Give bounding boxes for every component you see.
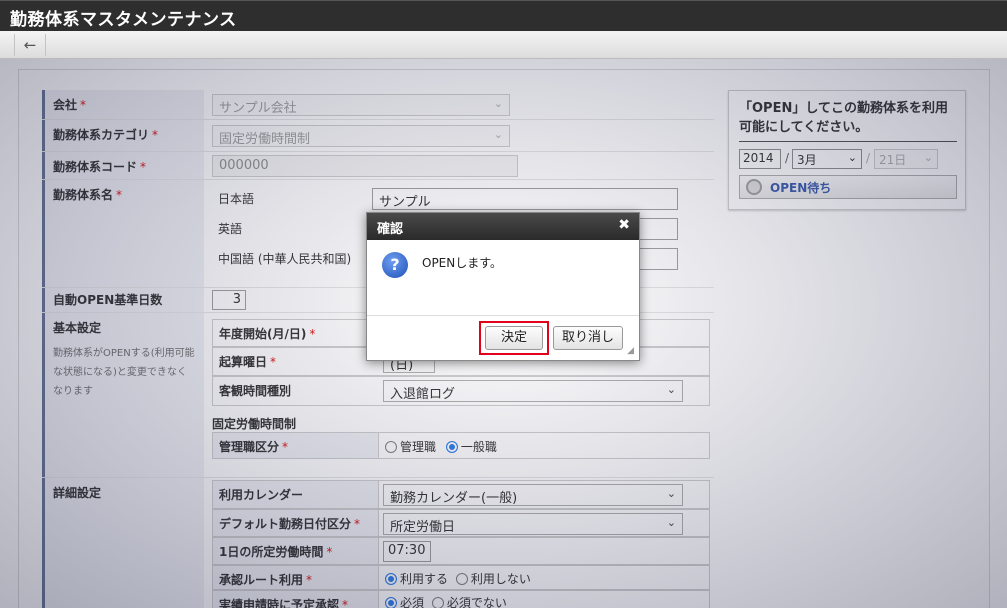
code-row: 勤務体系コード * 000000 [42, 152, 714, 180]
detail-settings-row: 詳細設定 利用カレンダー 勤務カレンダー(一般) ⌄ デフォルト勤務日付区分 * 所… [42, 478, 714, 608]
route-radios: 利用する 利用しない [385, 570, 531, 587]
back-button[interactable]: ← [14, 34, 46, 56]
ok-button[interactable]: 決定 [485, 326, 543, 350]
chevron-down-icon: ⌄ [923, 151, 933, 164]
code-label: 勤務体系コード * [42, 152, 204, 179]
fixed-section-heading: 固定労働時間制 [212, 417, 297, 431]
default-date-select[interactable]: 所定労働日 ⌄ [383, 513, 683, 535]
open-wait-button[interactable]: OPEN待ち [739, 175, 957, 199]
basic-settings-label: 基本設定 勤務体系がOPENする(利用可能な状態になる)と変更できなくなります [42, 313, 204, 477]
power-icon [746, 179, 762, 195]
code-input[interactable]: 000000 [212, 155, 518, 177]
chevron-down-icon: ⌄ [666, 516, 676, 529]
radio-general[interactable] [445, 441, 458, 453]
pre-approval-row: 実績申請時に予定承認 * 必須 必須でない [212, 590, 710, 608]
company-label: 会社 * [42, 90, 204, 119]
confirm-dialog: 確認 ✖ ? OPENします。 決定 取り消し ◢ [366, 212, 640, 361]
category-select[interactable]: 固定労働時間制 ⌄ [212, 125, 510, 147]
company-row: 会社 * サンプル会社 ⌄ [42, 90, 714, 120]
chevron-down-icon: ⌄ [666, 487, 676, 500]
company-select[interactable]: サンプル会社 ⌄ [212, 94, 510, 116]
dialog-header: 確認 ✖ [367, 213, 639, 240]
detail-settings-label: 詳細設定 [42, 478, 204, 608]
route-row: 承認ルート利用 * 利用する 利用しない [212, 565, 710, 590]
chevron-down-icon: ⌄ [847, 151, 857, 164]
open-year-input[interactable]: 2014 [739, 149, 781, 169]
toolbar: ← [0, 31, 1007, 59]
pre-approval-radios: 必須 必須でない [385, 594, 507, 608]
radio-route-nouse[interactable] [455, 573, 468, 585]
open-day-select[interactable]: 21日 ⌄ [874, 149, 938, 169]
lang-ja-label: 日本語 [218, 192, 255, 206]
open-panel-message: 「OPEN」してこの勤務体系を利用可能にしてください。 [739, 99, 957, 142]
lang-en-label: 英語 [218, 222, 243, 236]
auto-open-days-input[interactable]: 3 [212, 290, 246, 310]
chevron-down-icon: ⌄ [493, 128, 503, 141]
observe-type-row: 客観時間種別 入退館ログ ⌄ [212, 376, 710, 406]
default-date-row: デフォルト勤務日付区分 * 所定労働日 ⌄ [212, 509, 710, 537]
arrow-left-icon: ← [23, 36, 37, 54]
open-panel: 「OPEN」してこの勤務体系を利用可能にしてください。 2014 / 3月 ⌄ /… [728, 90, 966, 210]
daily-hours-row: 1日の所定労働時間 * 07:30 [212, 537, 710, 565]
dialog-title: 確認 [377, 222, 404, 237]
name-label: 勤務体系名 * [42, 180, 204, 287]
calendar-select[interactable]: 勤務カレンダー(一般) ⌄ [383, 484, 683, 506]
daily-hours-input[interactable]: 07:30 [383, 541, 431, 562]
question-icon: ? [382, 252, 408, 278]
resize-grip-icon[interactable]: ◢ [627, 346, 634, 356]
open-month-select[interactable]: 3月 ⌄ [792, 149, 862, 169]
calendar-row: 利用カレンダー 勤務カレンダー(一般) ⌄ [212, 480, 710, 509]
radio-required[interactable] [385, 597, 397, 608]
manager-class-row: 管理職区分 * 管理職 一般職 [212, 432, 710, 459]
radio-manager[interactable] [385, 441, 397, 453]
category-label: 勤務体系カテゴリ * [42, 120, 204, 151]
observe-type-select[interactable]: 入退館ログ ⌄ [383, 380, 683, 402]
chevron-down-icon: ⌄ [493, 97, 503, 110]
manager-class-radios: 管理職 一般職 [385, 438, 497, 455]
page-title: 勤務体系マスタメンテナンス [10, 10, 237, 30]
title-bar: 勤務体系マスタメンテナンス [0, 0, 1007, 31]
radio-route-use[interactable] [385, 573, 397, 585]
auto-open-label: 自動OPEN基準日数 [42, 288, 204, 312]
cancel-button[interactable]: 取り消し [553, 326, 623, 350]
name-ja-input[interactable]: サンプル [372, 188, 678, 210]
close-icon[interactable]: ✖ [618, 217, 630, 233]
chevron-down-icon: ⌄ [666, 383, 676, 396]
category-row: 勤務体系カテゴリ * 固定労働時間制 ⌄ [42, 120, 714, 152]
radio-not-required[interactable] [431, 597, 444, 608]
basic-settings-note: 勤務体系がOPENする(利用可能な状態になる)と変更できなくなります [53, 348, 195, 397]
lang-zh-label: 中国語 (中華人民共和国) [218, 252, 352, 266]
dialog-message: OPENします。 [422, 256, 503, 270]
